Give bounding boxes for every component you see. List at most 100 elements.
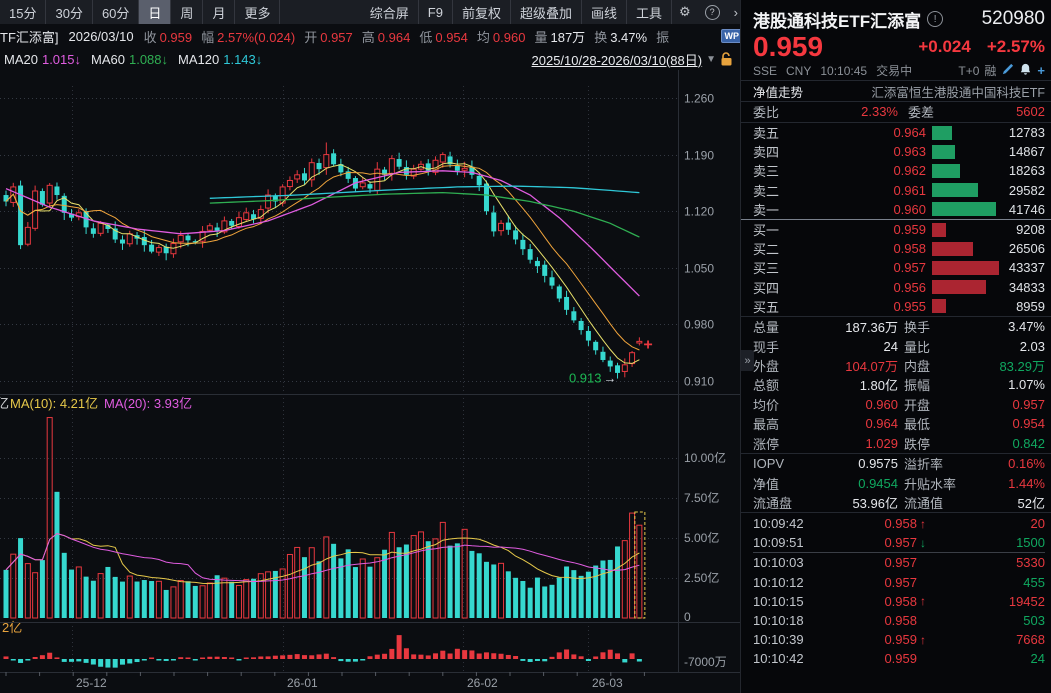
info-field-label: 开 [304, 30, 317, 45]
unlock-icon[interactable] [720, 52, 733, 67]
add-icon[interactable]: + [1037, 63, 1045, 78]
weicha-value: 5602 [964, 104, 1045, 119]
order-row[interactable]: 买二0.95826506 [753, 239, 1045, 258]
order-price: 0.955 [795, 299, 926, 314]
order-volume-bar [932, 299, 1004, 313]
info-field-幅: 幅2.57%(0.024) [201, 27, 295, 46]
order-row[interactable]: 卖三0.96218263 [753, 161, 1045, 180]
period-tab-日[interactable]: 日 [139, 0, 171, 24]
info-field-换: 换3.47% [594, 27, 647, 46]
order-row[interactable]: 卖五0.96412783 [753, 123, 1045, 142]
tick-time: 10:10:42 [753, 651, 825, 666]
tick-row[interactable]: 10:10:030.9575330 [753, 553, 1045, 572]
ma-number: 1.015↓ [42, 52, 81, 67]
up-arrow-icon: ↑ [917, 594, 938, 608]
order-volume-bar [932, 223, 1004, 237]
order-row[interactable]: 买五0.9558959 [753, 297, 1045, 316]
tick-row[interactable]: 10:10:390.959↑7668 [753, 630, 1045, 649]
order-row[interactable]: 卖一0.96041746 [753, 200, 1045, 219]
order-row[interactable]: 买四0.95634833 [753, 278, 1045, 297]
info-field-收: 收0.959 [144, 27, 193, 46]
tick-time: 10:10:15 [753, 594, 825, 609]
order-price: 0.962 [795, 163, 926, 178]
t0-badge: T+0 [958, 64, 979, 78]
period-tab-周[interactable]: 周 [171, 0, 203, 24]
price-cross-marker: + [643, 337, 652, 354]
toolbar-button-综合屏[interactable]: 综合屏 [361, 0, 419, 24]
toolbar-button-超级叠加[interactable]: 超级叠加 [511, 0, 582, 24]
quote-panel: 港股通科技ETF汇添富 ! 520980 0.959 +0.024 +2.57%… [740, 0, 1051, 693]
nav-trend-label[interactable]: 净值走势 [753, 82, 803, 101]
date-range-selector[interactable]: 2025/10/28-2026/03/10(88日) [532, 50, 703, 69]
tick-price: 0.957 [825, 555, 917, 570]
trading-status: 交易中 [876, 62, 912, 79]
order-row[interactable]: 卖四0.96314867 [753, 142, 1045, 161]
fund-full-name: 汇添富恒生港股通中国科技ETF [871, 82, 1045, 101]
stat-label: 升贴水率 [904, 474, 976, 493]
stat-value: 0.960 [813, 397, 898, 412]
order-row[interactable]: 买一0.9599208 [753, 220, 1045, 239]
order-volume: 43337 [1004, 260, 1045, 275]
tick-volume: 7668 [938, 632, 1045, 647]
stat-value: 1.07% [976, 377, 1045, 392]
toolbar-button-工具[interactable]: 工具 [627, 0, 672, 24]
info-field-label: 幅 [201, 30, 214, 45]
stats-row: 总额1.80亿振幅1.07% [753, 375, 1045, 394]
info-field-value: 187万 [550, 30, 585, 45]
chart-text: 0.913 [569, 371, 602, 386]
stat-label: 总量 [753, 317, 813, 336]
period-tab-30分[interactable]: 30分 [46, 0, 92, 24]
order-row[interactable]: 买三0.95743337 [753, 258, 1045, 277]
edit-icon[interactable] [1001, 63, 1014, 79]
volume-bars [4, 418, 642, 618]
info-field-label: 量 [534, 30, 547, 45]
stats-row: 最高0.964最低0.954 [753, 414, 1045, 433]
period-tab-月[interactable]: 月 [203, 0, 235, 24]
period-tab-60分[interactable]: 60分 [93, 0, 139, 24]
chart-text: 26-01 [287, 676, 318, 690]
tick-volume: 20 [938, 516, 1045, 531]
tick-row[interactable]: 10:10:150.958↑19452 [753, 592, 1045, 611]
tick-row[interactable]: 10:09:420.958↑20 [753, 514, 1045, 533]
stat-label: 换手 [904, 317, 976, 336]
tick-row[interactable]: 10:10:120.957455 [753, 573, 1045, 592]
chevron-down-icon[interactable]: ▼ [706, 54, 716, 65]
stat-value: 187.36万 [813, 317, 898, 336]
stats-row: 均价0.960开盘0.957 [753, 395, 1045, 414]
toolbar-button-F9[interactable]: F9 [419, 0, 453, 24]
info-field-value: 0.960 [493, 30, 526, 45]
help-icon[interactable]: ? [698, 0, 727, 24]
order-level-label: 卖三 [753, 161, 795, 180]
tick-row[interactable]: 10:10:420.95924 [753, 649, 1045, 668]
tick-list[interactable]: 10:09:420.958↑2010:09:510.957↓150010:10:… [753, 514, 1045, 669]
ma-label: MA60 [91, 52, 125, 67]
tick-row[interactable]: 10:09:510.957↓1500 [753, 533, 1045, 553]
order-row[interactable]: 卖二0.96129582 [753, 181, 1045, 200]
info-icon[interactable]: ! [927, 11, 943, 27]
tick-row[interactable]: 10:10:180.958503 [753, 611, 1045, 630]
stats-row: 涨停1.029跌停0.842 [753, 433, 1045, 452]
order-volume-bar [932, 261, 1004, 275]
chart-canvas[interactable]: 1.2601.1901.1201.0500.9800.91010.00亿7.50… [0, 70, 740, 693]
chart-text: 26-02 [467, 676, 498, 690]
order-volume: 41746 [1004, 202, 1045, 217]
gear-icon[interactable]: ⚙ [672, 0, 698, 24]
order-volume-bar [932, 145, 1004, 159]
alert-bell-icon[interactable] [1019, 63, 1032, 79]
stats-row: 现手24量比2.03 [753, 336, 1045, 355]
toolbar-button-画线[interactable]: 画线 [582, 0, 627, 24]
period-tab-更多[interactable]: 更多 [235, 0, 280, 24]
period-tab-15分[interactable]: 15分 [0, 0, 46, 24]
stat-value: 0.9454 [813, 476, 898, 491]
stat-value: 0.9575 [813, 456, 898, 471]
panel-collapse-handle[interactable]: » [741, 350, 754, 371]
margin-badge: 融 [984, 62, 996, 79]
quote-time: 10:10:45 [820, 64, 867, 78]
chart-text: 1.260 [684, 92, 714, 106]
order-level-label: 卖五 [753, 123, 795, 142]
stat-value: 0.964 [813, 416, 898, 431]
info-field-value: 2.57%(0.024) [217, 30, 295, 45]
chart-text: 1.190 [684, 149, 714, 163]
stat-label: 均价 [753, 395, 813, 414]
toolbar-button-前复权[interactable]: 前复权 [453, 0, 511, 24]
